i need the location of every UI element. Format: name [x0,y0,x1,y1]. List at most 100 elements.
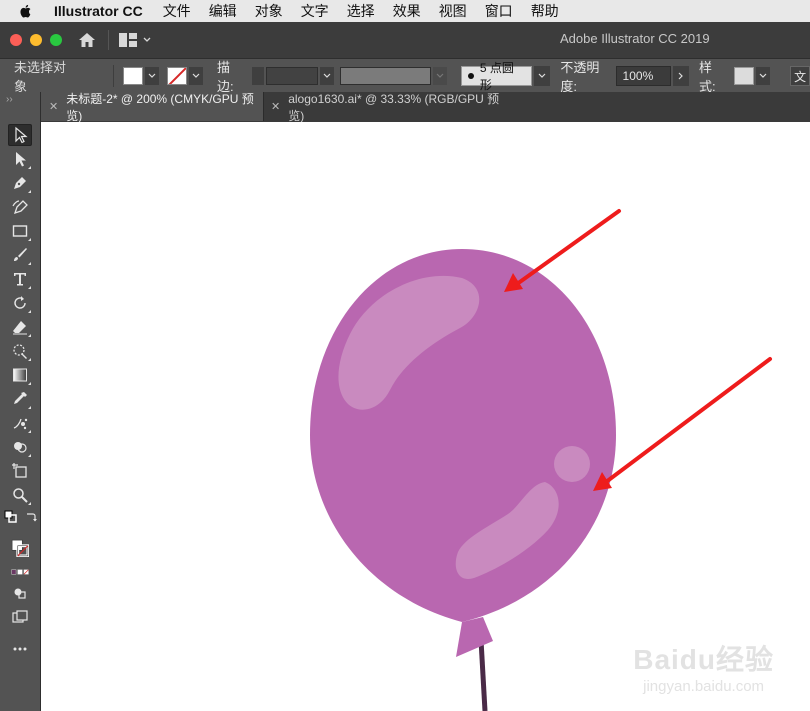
default-fill-stroke-button[interactable] [4,510,18,524]
curvature-tool[interactable] [8,196,32,218]
eyedropper-tool[interactable] [8,388,32,410]
zoom-icon [13,488,28,503]
eraser-tool[interactable] [8,316,32,338]
control-bar-divider [112,65,114,87]
rotate-icon [14,296,26,309]
balloon-knot[interactable] [456,617,493,657]
symbol-sprayer-tool[interactable] [8,412,32,434]
chevron-down-icon [192,73,200,78]
screen-mode-icon [12,610,28,623]
tab-alogo1630[interactable]: ✕ alogo1630.ai* @ 33.33% (RGB/GPU 预览) [263,91,511,123]
chevron-down-icon [148,73,156,78]
zoom-tool[interactable] [8,484,32,506]
menu-view[interactable]: 视图 [439,1,467,21]
drawing-mode-tool[interactable] [8,582,32,604]
balloon-string[interactable] [478,639,488,711]
selection-tool[interactable] [8,124,32,146]
stroke-dropdown[interactable] [189,67,203,85]
watermark-url: jingyan.baidu.com [643,678,765,695]
menu-bar: Illustrator CC 文件 编辑 对象 文字 选择 效果 视图 窗口 帮… [0,0,810,22]
workspace-layout-icon[interactable] [119,33,137,47]
opacity-expand-button[interactable] [673,66,690,86]
artboard-canvas[interactable]: Baidu经验 jingyan.baidu.com [41,122,810,711]
paintbrush-tool[interactable] [8,244,32,266]
graphic-style-swatch[interactable] [734,67,755,85]
stroke-weight-dropdown[interactable] [319,67,334,85]
color-mode-buttons[interactable] [4,566,36,578]
fill-stroke-swatch-icon [11,539,29,557]
puppet-warp-tool[interactable] [8,340,32,362]
type-t-icon [14,273,26,286]
stroke-weight-input[interactable] [266,67,318,85]
title-bar-divider [108,30,109,50]
edit-toolbar-button[interactable] [8,638,32,660]
fill-dropdown[interactable] [145,67,160,85]
menu-edit[interactable]: 编辑 [209,1,237,21]
document-tab-bar: ✕ 未标题-2* @ 200% (CMYK/GPU 预览) ✕ alogo163… [41,92,810,123]
brush-dot-icon [467,73,474,79]
brush-profile-select[interactable]: 5 点圆形 [460,61,533,92]
eyedropper-icon [14,392,27,404]
document-setup-button[interactable]: 文 [790,66,810,86]
menu-select[interactable]: 选择 [347,1,375,21]
panel-collapse-icon[interactable]: ›› [6,94,13,105]
annotation-arrow-bottom[interactable] [604,357,772,484]
pen-icon [14,177,26,189]
menu-object[interactable]: 对象 [255,1,283,21]
gradient-icon [13,368,27,382]
gradient-tool[interactable] [8,364,32,386]
chevron-down-icon [759,73,767,78]
tab-label: alogo1630.ai* @ 33.33% (RGB/GPU 预览) [288,91,500,123]
chevron-down-icon [323,73,331,78]
baidu-watermark: Baidu经验 jingyan.baidu.com [633,638,774,695]
fill-swatch[interactable] [123,67,144,85]
paintbrush-icon [14,248,27,261]
menu-file[interactable]: 文件 [163,1,191,21]
curvature-pen-icon [12,200,28,215]
home-icon[interactable] [78,31,96,49]
menu-effect[interactable]: 效果 [393,1,421,21]
rectangle-icon [12,225,28,237]
rectangle-tool[interactable] [8,220,32,242]
chevron-down-icon [538,73,546,78]
minimize-window-button[interactable] [30,34,42,46]
chevron-down-icon[interactable] [143,36,151,44]
variable-width-profile[interactable] [339,67,432,85]
direct-selection-tool[interactable] [8,148,32,170]
menu-help[interactable]: 帮助 [531,1,559,21]
opacity-input[interactable]: 100% [615,66,672,86]
variable-width-dropdown[interactable] [433,67,447,85]
pen-tool[interactable] [8,172,32,194]
balloon-highlight-dot[interactable] [554,446,590,482]
close-tab-icon[interactable]: ✕ [271,100,280,113]
tab-untitled-2[interactable]: ✕ 未标题-2* @ 200% (CMYK/GPU 预览) [41,92,264,123]
tools-panel: ›› [0,92,41,711]
shape-builder-icon [14,442,27,453]
apple-icon[interactable] [18,3,34,19]
watermark-logo: Baidu经验 [633,644,774,675]
stroke-swatch[interactable] [167,67,188,85]
artboard-tool[interactable] [8,460,32,482]
title-bar: Adobe Illustrator CC 2019 [0,22,810,58]
graphic-style-dropdown[interactable] [756,67,771,85]
fill-stroke-indicator[interactable] [4,532,36,564]
swap-fill-stroke-button[interactable] [24,510,38,524]
menu-window[interactable]: 窗口 [485,1,513,21]
draw-mode-icon [14,588,26,599]
eraser-icon [13,321,27,335]
close-tab-icon[interactable]: ✕ [49,100,58,113]
shape-builder-tool[interactable] [8,436,32,458]
zoom-window-button[interactable] [50,34,62,46]
close-window-button[interactable] [10,34,22,46]
direct-selection-icon [16,152,26,167]
window-title: Adobe Illustrator CC 2019 [560,31,710,46]
menu-type[interactable]: 文字 [301,1,329,21]
brush-profile-dropdown[interactable] [534,66,551,86]
app-name-menu[interactable]: Illustrator CC [54,3,143,19]
annotation-arrow-top[interactable] [515,209,621,286]
type-tool[interactable] [8,268,32,290]
artboard-icon [12,463,27,478]
screen-mode-tool[interactable] [8,606,32,628]
stroke-weight-stepper[interactable] [252,67,265,85]
rotate-tool[interactable] [8,292,32,314]
